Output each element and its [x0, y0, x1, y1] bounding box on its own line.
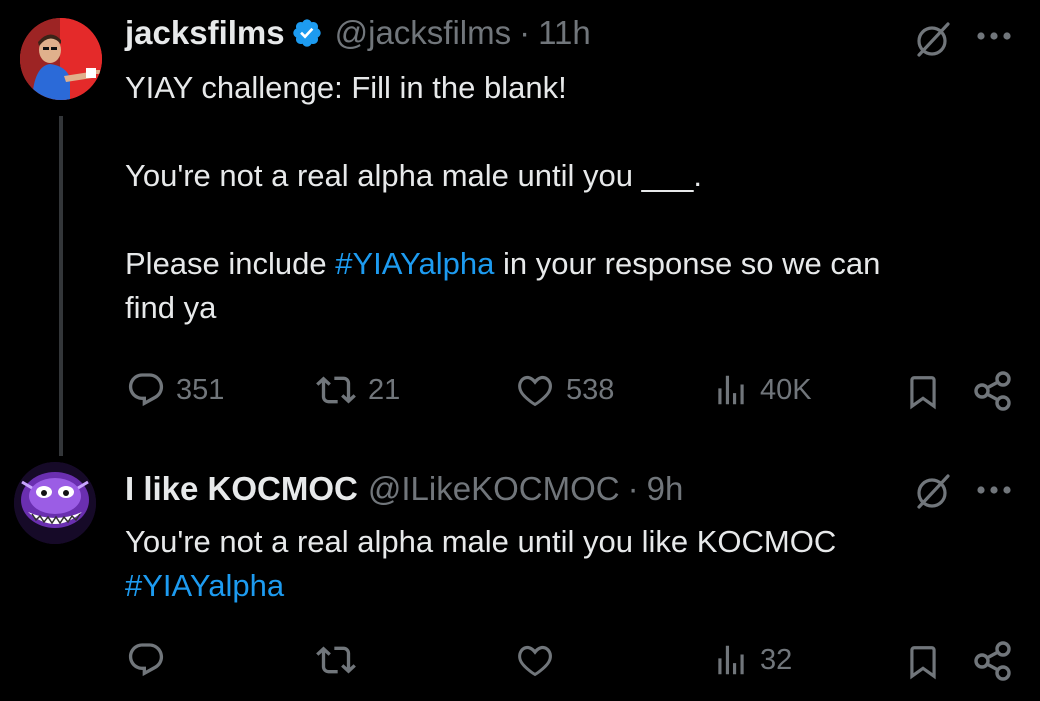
- timestamp[interactable]: 9h: [647, 470, 684, 508]
- like-button[interactable]: [514, 640, 566, 680]
- more-icon[interactable]: [975, 484, 1013, 496]
- views-button[interactable]: 40K: [712, 370, 812, 410]
- tweet1-text-line4: find ya: [125, 290, 217, 325]
- separator-dot: ·: [627, 470, 639, 507]
- grok-icon[interactable]: [912, 472, 952, 512]
- tweet1-text-line1: YIAY challenge: Fill in the blank!: [125, 70, 567, 105]
- display-name[interactable]: I like KOCMOC: [125, 470, 358, 508]
- avatar-jacksfilms[interactable]: [20, 18, 102, 100]
- share-button[interactable]: [972, 640, 1014, 682]
- avatar-jacksfilms-image: [20, 18, 102, 100]
- handle[interactable]: @jacksfilms: [335, 14, 512, 52]
- timestamp[interactable]: 11h: [538, 14, 591, 52]
- retweet-button[interactable]: 21: [314, 370, 400, 410]
- views-count: 40K: [760, 373, 812, 406]
- retweet-icon: [316, 376, 356, 404]
- like-button[interactable]: 538: [514, 370, 614, 410]
- retweet-button[interactable]: [314, 640, 368, 680]
- tweet2-header: I like KOCMOC @ILikeKOCMOC · 9h: [125, 470, 683, 508]
- more-icon[interactable]: [975, 30, 1013, 42]
- separator-dot: ·: [519, 14, 531, 51]
- tweet1-text: YIAY challenge: Fill in the blank! You'r…: [125, 66, 880, 330]
- like-icon: [518, 375, 552, 407]
- like-icon: [518, 645, 552, 677]
- avatar-ilikekocmoc-image: [14, 462, 96, 544]
- share-icon: [974, 371, 1011, 411]
- like-count: 538: [566, 373, 615, 406]
- tweet1-text-line3: Please include #YIAYalpha in your respon…: [125, 242, 880, 286]
- hashtag-link[interactable]: #YIAYalpha: [335, 246, 494, 281]
- text-segment: Please include: [125, 246, 336, 281]
- text-segment: in your response so we can: [494, 246, 881, 281]
- tweet1-header: jacksfilms @jacksfilms · 11h: [125, 14, 591, 52]
- display-name[interactable]: jacksfilms: [125, 14, 285, 52]
- tweet2-text-line1: You're not a real alpha male until you l…: [125, 524, 837, 559]
- reply-button[interactable]: [126, 640, 176, 680]
- retweet-count: 21: [368, 373, 401, 406]
- handle[interactable]: @ILikeKOCMOC: [368, 470, 620, 508]
- avatar-ilikekocmoc[interactable]: [14, 462, 96, 544]
- bookmark-button[interactable]: [904, 642, 942, 682]
- share-icon: [974, 641, 1011, 681]
- reply-button[interactable]: 351: [126, 370, 224, 410]
- grok-icon[interactable]: [912, 20, 952, 60]
- views-icon: [718, 645, 744, 675]
- bookmark-icon: [910, 646, 936, 680]
- views-button[interactable]: 32: [712, 640, 792, 680]
- bookmark-button[interactable]: [904, 372, 942, 412]
- verified-icon: [292, 19, 321, 47]
- reply-icon: [128, 373, 164, 407]
- views-icon: [718, 375, 744, 405]
- views-count: 32: [760, 643, 793, 676]
- tweet1-text-line2: You're not a real alpha male until you _…: [125, 158, 702, 193]
- reply-count: 351: [176, 373, 225, 406]
- hashtag-link[interactable]: #YIAYalpha: [125, 564, 836, 608]
- tweet2-text: You're not a real alpha male until you l…: [125, 520, 836, 608]
- bookmark-icon: [910, 376, 936, 410]
- reply-icon: [128, 643, 164, 677]
- share-button[interactable]: [972, 370, 1014, 412]
- retweet-icon: [316, 646, 356, 674]
- thread-connector-line: [59, 116, 63, 456]
